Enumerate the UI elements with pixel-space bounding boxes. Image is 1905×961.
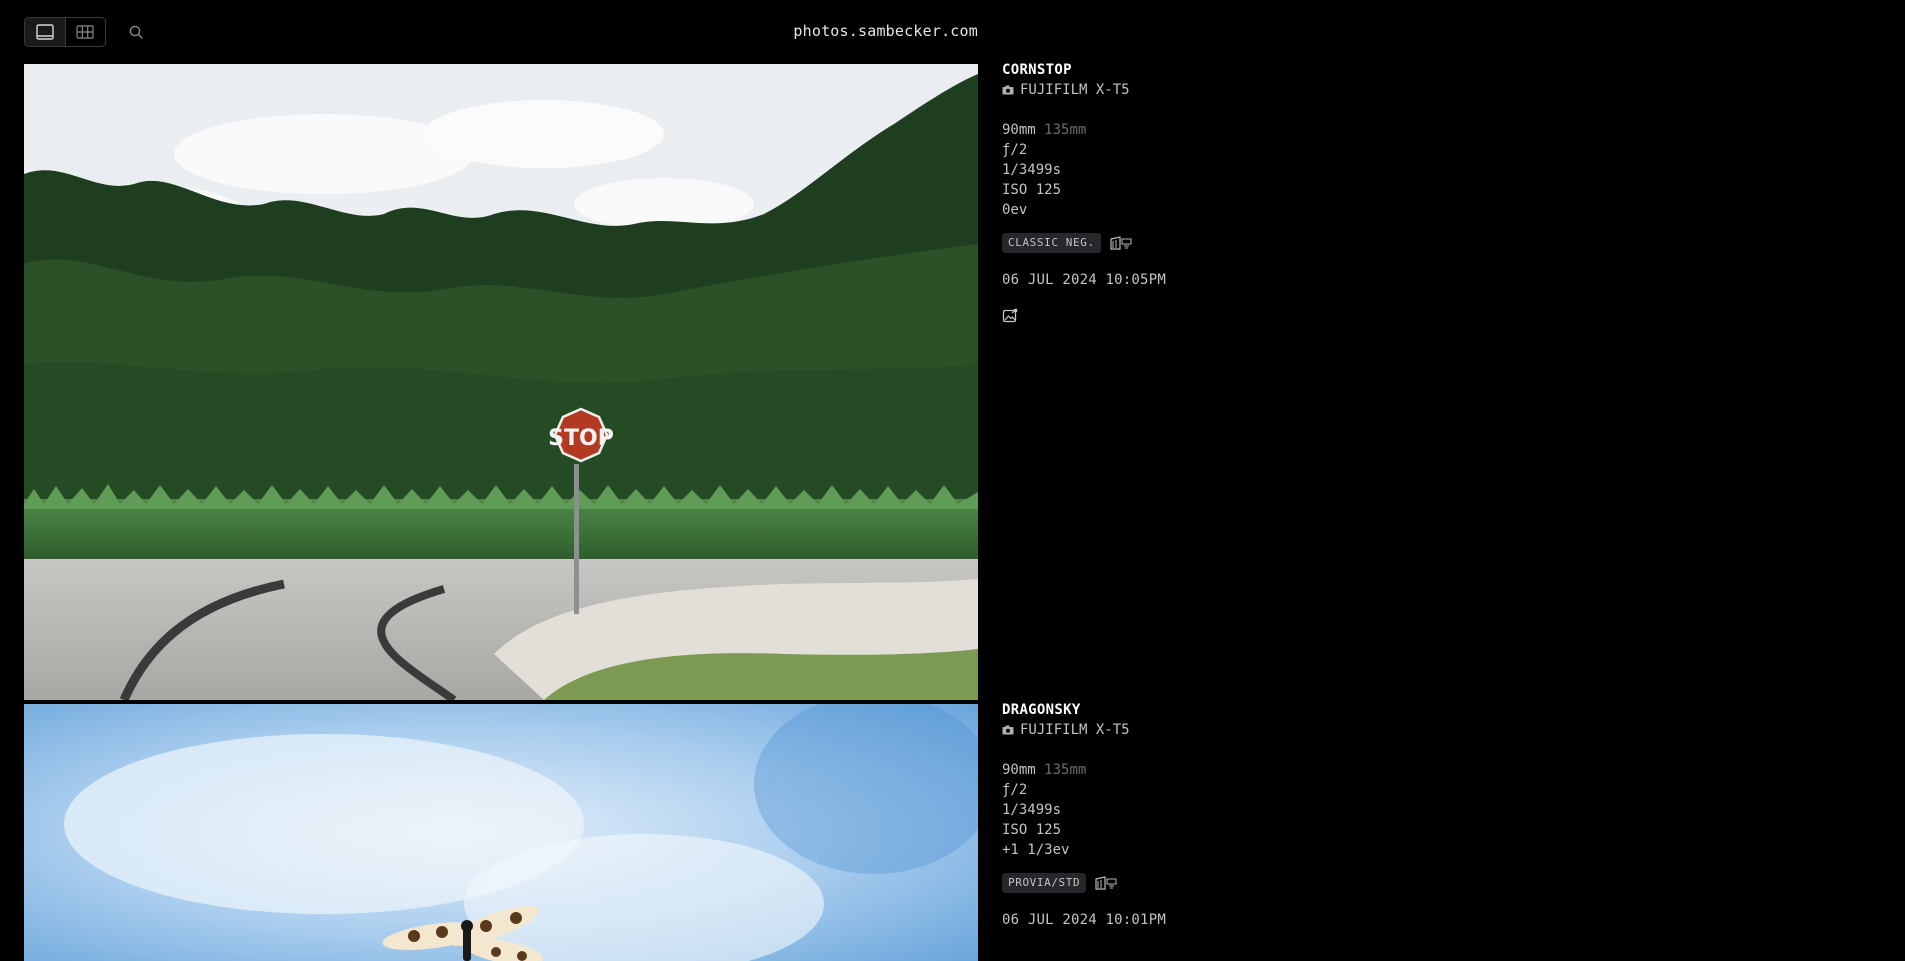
- film-simulation-row: PROVIA/STD: [1002, 872, 1302, 894]
- search-icon: [129, 25, 143, 39]
- film-simulation-icon: [1110, 236, 1132, 250]
- aperture: ƒ/2: [1002, 782, 1028, 798]
- share-photo-button[interactable]: [1002, 308, 1018, 324]
- shutter-speed: 1/3499s: [1002, 802, 1062, 818]
- focal-length-35mm: 135mm: [1044, 122, 1087, 138]
- full-frame-view-icon: [36, 24, 54, 40]
- iso: ISO 125: [1002, 182, 1062, 198]
- site-title[interactable]: photos.sambecker.com: [793, 22, 978, 40]
- view-toggle: [24, 17, 106, 47]
- camera-icon: [1002, 85, 1014, 95]
- camera-name: FUJIFILM X-T5: [1020, 722, 1130, 738]
- photo-meta-cornstop: CORNSTOP FUJIFILM X-T5 90mm 135mm ƒ/2 1/…: [1002, 60, 1302, 324]
- share-photo-icon: [1002, 308, 1018, 323]
- focal-length: 90mm: [1002, 762, 1036, 778]
- photo-date[interactable]: 06 JUL 2024 10:01PM: [1002, 910, 1302, 930]
- camera-name: FUJIFILM X-T5: [1020, 82, 1130, 98]
- focal-length-row: 90mm 135mm: [1002, 120, 1302, 140]
- exposure-compensation: +1 1/3ev: [1002, 842, 1070, 858]
- grid-view-button[interactable]: [64, 18, 105, 46]
- aperture: ƒ/2: [1002, 142, 1028, 158]
- film-simulation-badge[interactable]: PROVIA/STD: [1002, 873, 1087, 893]
- search-button[interactable]: [126, 22, 146, 42]
- camera-row[interactable]: FUJIFILM X-T5: [1002, 720, 1302, 740]
- exposure-compensation: 0ev: [1002, 202, 1028, 218]
- photo-date[interactable]: 06 JUL 2024 10:05PM: [1002, 270, 1302, 290]
- photo-title[interactable]: DRAGONSKY: [1002, 700, 1302, 720]
- shutter-speed: 1/3499s: [1002, 162, 1062, 178]
- photo-image: STOP: [24, 64, 978, 700]
- photo-title[interactable]: CORNSTOP: [1002, 60, 1302, 80]
- photo-image: [24, 704, 978, 961]
- photo-cornstop[interactable]: STOP: [24, 64, 978, 700]
- camera-row[interactable]: FUJIFILM X-T5: [1002, 80, 1302, 100]
- top-bar: photos.sambecker.com: [0, 0, 1905, 64]
- full-view-button[interactable]: [25, 18, 65, 46]
- camera-icon: [1002, 725, 1014, 735]
- iso: ISO 125: [1002, 822, 1062, 838]
- photo-meta-dragonsky: DRAGONSKY FUJIFILM X-T5 90mm 135mm ƒ/2 1…: [1002, 700, 1302, 930]
- focal-length-row: 90mm 135mm: [1002, 760, 1302, 780]
- focal-length-35mm: 135mm: [1044, 762, 1087, 778]
- grid-view-icon: [76, 25, 95, 39]
- svg-text:STOP: STOP: [548, 426, 614, 451]
- focal-length: 90mm: [1002, 122, 1036, 138]
- film-simulation-icon: [1095, 876, 1117, 890]
- photo-dragonsky[interactable]: [24, 704, 978, 961]
- film-simulation-row: CLASSIC NEG.: [1002, 232, 1302, 254]
- film-simulation-badge[interactable]: CLASSIC NEG.: [1002, 233, 1101, 253]
